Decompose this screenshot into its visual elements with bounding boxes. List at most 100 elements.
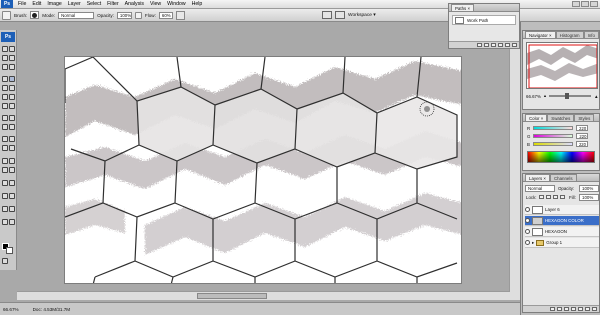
history-brush-tool-icon[interactable] — [9, 85, 15, 91]
visibility-eye-icon[interactable] — [525, 229, 530, 234]
menu-layer[interactable]: Layer — [65, 0, 84, 9]
tab-info[interactable]: Info — [583, 31, 599, 38]
status-zoom[interactable]: 66.67% — [3, 307, 19, 312]
maximize-icon[interactable] — [581, 1, 589, 7]
quick-select-tool-icon[interactable] — [2, 180, 8, 186]
tab-swatches[interactable]: Swatches — [547, 114, 575, 121]
new-layer-icon[interactable] — [585, 307, 590, 311]
document-canvas[interactable] — [64, 56, 462, 284]
visibility-eye-icon[interactable] — [525, 218, 530, 223]
magic-wand-tool-icon[interactable] — [9, 55, 15, 61]
menu-filter[interactable]: Filter — [104, 0, 122, 9]
tool-preset-icon[interactable] — [2, 10, 11, 20]
healing-tool-icon[interactable] — [2, 76, 8, 82]
ruler-tool-icon[interactable] — [2, 167, 8, 173]
tab-layers[interactable]: Layers × — [525, 174, 550, 181]
lock-image-icon[interactable] — [546, 195, 551, 199]
brush-preset-picker[interactable] — [30, 11, 40, 19]
gradient-tool-icon[interactable] — [9, 94, 15, 100]
screen-mode-icon[interactable] — [335, 11, 345, 19]
navigator-zoom-value[interactable]: 66.67% — [526, 94, 541, 99]
value-b[interactable]: 220 — [575, 141, 588, 147]
3d-rotate-tool-icon[interactable] — [2, 158, 8, 164]
horizontal-scroll-thumb[interactable] — [197, 293, 267, 299]
delete-path-icon[interactable] — [512, 43, 517, 47]
layer-style-icon[interactable] — [557, 307, 562, 311]
layer-row-layer-6[interactable]: Layer 6 — [525, 205, 599, 215]
layer-opacity-field[interactable]: 100% — [579, 185, 599, 192]
shape-tool-icon[interactable] — [9, 124, 15, 130]
crop-tool-icon[interactable] — [2, 64, 8, 70]
expand-triangle-icon[interactable]: ▸ — [532, 240, 534, 246]
lock-transparency-icon[interactable] — [539, 195, 544, 199]
navigator-thumbnail[interactable] — [526, 42, 598, 89]
sponge-tool-icon[interactable] — [2, 193, 8, 199]
value-g[interactable]: 220 — [576, 133, 589, 139]
adjustment-layer-icon[interactable] — [571, 307, 576, 311]
slider-r[interactable] — [533, 126, 574, 130]
lock-all-icon[interactable] — [560, 195, 565, 199]
layer-row-hexagon[interactable]: HEXAGON — [525, 227, 599, 237]
opacity-field[interactable]: 100% — [116, 11, 132, 19]
zoom-in-icon[interactable]: ▲ — [594, 94, 598, 99]
add-mask-icon[interactable] — [564, 307, 569, 311]
color-spectrum[interactable] — [527, 151, 595, 163]
flow-field[interactable]: 60% — [158, 11, 173, 19]
tab-color[interactable]: Color × — [525, 114, 548, 121]
clone-stamp-tool-icon[interactable] — [2, 85, 8, 91]
menu-help[interactable]: Help — [189, 0, 206, 9]
smudge-tool-icon[interactable] — [9, 193, 15, 199]
lock-position-icon[interactable] — [553, 195, 558, 199]
document-view-icon[interactable] — [322, 11, 332, 19]
new-path-icon[interactable] — [505, 43, 510, 47]
value-r[interactable]: 220 — [576, 125, 589, 131]
mode-select[interactable]: Normal — [58, 11, 95, 19]
marquee-tool-icon[interactable] — [9, 46, 15, 52]
count-tool-icon[interactable] — [9, 167, 15, 173]
3d-orbit-tool-icon[interactable] — [9, 158, 15, 164]
menu-analysis[interactable]: Analysis — [122, 0, 147, 9]
minimize-icon[interactable] — [572, 1, 580, 7]
tab-styles[interactable]: Styles — [574, 114, 595, 121]
visibility-eye-icon[interactable] — [525, 240, 530, 245]
make-work-path-icon[interactable] — [498, 43, 503, 47]
slider-b[interactable] — [532, 142, 573, 146]
zoom-out-icon[interactable]: ▴ — [544, 93, 546, 99]
rotate-view-tool-icon[interactable] — [2, 206, 8, 212]
horizontal-scrollbar[interactable] — [17, 291, 520, 300]
stroke-path-icon[interactable] — [484, 43, 489, 47]
zoom-slider-handle[interactable] — [565, 93, 570, 99]
delete-layer-icon[interactable] — [592, 307, 597, 311]
path-row-work-path[interactable]: Work Path — [452, 15, 516, 25]
slider-g[interactable] — [533, 134, 574, 138]
tab-histogram[interactable]: Histogram — [555, 31, 584, 38]
menu-view[interactable]: View — [147, 0, 164, 9]
eraser-tool-icon[interactable] — [2, 94, 8, 100]
hand-tool-icon[interactable] — [2, 145, 8, 151]
path-selection-tool-icon[interactable] — [2, 124, 8, 130]
move-tool-icon[interactable] — [2, 46, 8, 52]
menu-image[interactable]: Image — [44, 0, 64, 9]
dodge-tool-icon[interactable] — [9, 103, 15, 109]
blend-mode-select[interactable]: Normal — [525, 185, 555, 192]
lasso-tool-icon[interactable] — [2, 55, 8, 61]
quick-mask-icon[interactable] — [2, 258, 8, 264]
blur-tool-icon[interactable] — [2, 103, 8, 109]
layer-row-hexagon-color[interactable]: HEXAGON COLOR — [525, 216, 599, 226]
background-color-swatch[interactable] — [6, 247, 13, 254]
airbrush-icon[interactable] — [175, 10, 185, 20]
tab-channels[interactable]: Channels — [549, 174, 577, 181]
layer-row-group-1[interactable]: ▸ Group 1 — [525, 238, 599, 248]
new-group-icon[interactable] — [578, 307, 583, 311]
navigator-zoom-slider[interactable] — [549, 93, 592, 99]
brush-tool-icon[interactable] — [9, 76, 15, 82]
link-layers-icon[interactable] — [550, 307, 555, 311]
red-eye-tool-icon[interactable] — [2, 219, 8, 225]
vertical-scrollbar[interactable] — [509, 22, 520, 292]
tab-paths[interactable]: Paths × — [451, 4, 475, 11]
tab-navigator[interactable]: Navigator × — [525, 31, 556, 38]
mixer-brush-tool-icon[interactable] — [9, 206, 15, 212]
menu-select[interactable]: Select — [84, 0, 104, 9]
pencil-tool-icon[interactable] — [9, 219, 15, 225]
pressure-opacity-icon[interactable] — [134, 11, 142, 19]
